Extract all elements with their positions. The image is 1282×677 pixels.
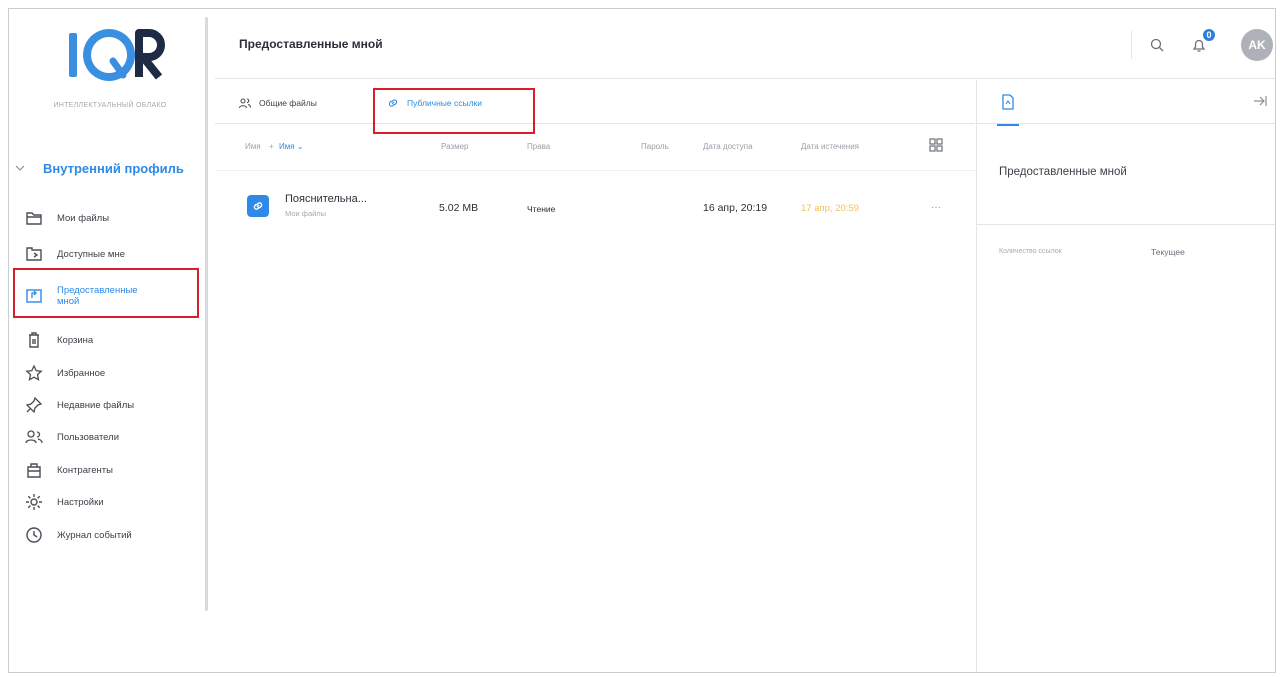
app-window: ИНТЕЛЛЕКТУАЛЬНЫЙ ОБЛАКО Внутренний профи…	[8, 8, 1276, 673]
file-expiry-date: 17 апр, 20:59	[801, 203, 859, 214]
table-row[interactable]: Пояснительна... Мои файлы 5.02 MB Чтение…	[215, 184, 975, 224]
tab-shared-files[interactable]: Общие файлы	[239, 94, 317, 112]
divider	[215, 170, 975, 171]
sidebar: ИНТЕЛЛЕКТУАЛЬНЫЙ ОБЛАКО Внутренний профи…	[9, 9, 205, 672]
panel-tab-indicator	[997, 124, 1019, 126]
pin-icon	[25, 396, 43, 414]
notifications-button[interactable]: 0	[1185, 27, 1217, 59]
main-content: Общие файлы Публичные ссылки Имя + Имя ⌄…	[215, 80, 975, 672]
grid-view-icon[interactable]	[929, 138, 943, 152]
sidebar-item-contractors[interactable]: Контрагенты	[25, 455, 205, 485]
clock-icon	[26, 527, 42, 543]
property-value: Текущее	[1151, 247, 1185, 257]
sidebar-item-trash[interactable]: Корзина	[25, 325, 205, 355]
avatar[interactable]: AK	[1241, 29, 1273, 61]
file-access-date: 16 апр, 20:19	[703, 202, 768, 214]
sidebar-item-label: Доступные мне	[57, 248, 125, 260]
file-rights: Чтение	[527, 204, 556, 214]
users-icon	[25, 430, 43, 444]
trash-icon	[29, 332, 39, 348]
sidebar-item-my-files[interactable]: Мои файлы	[25, 203, 205, 233]
sidebar-item-label: Избранное	[57, 367, 106, 379]
sidebar-item-settings[interactable]: Настройки	[25, 487, 205, 517]
file-name: Пояснительна...	[285, 193, 367, 205]
file-size: 5.02 MB	[439, 202, 479, 214]
table-header: Имя + Имя ⌄ Размер Права Пароль Дата дос…	[215, 138, 975, 162]
notification-badge: 0	[1201, 27, 1217, 43]
more-actions-button[interactable]: ···	[931, 202, 941, 213]
property-label: Количество ссылок	[999, 248, 1062, 255]
panel-title: Предоставленные мной	[999, 166, 1127, 178]
highlight-box-tab	[373, 88, 535, 134]
contractors-icon	[27, 463, 41, 478]
sidebar-item-label: Контрагенты	[57, 464, 113, 476]
tab-bar: Общие файлы Публичные ссылки	[215, 80, 975, 134]
tab-label: Общие файлы	[259, 98, 317, 108]
details-panel: Предоставленные мной Количество ссылок Т…	[976, 80, 1275, 672]
column-expiry-date[interactable]: Дата истечения	[801, 142, 859, 151]
file-location: Мои файлы	[285, 209, 327, 218]
highlight-box-sidebar	[13, 268, 199, 318]
users-icon	[239, 98, 251, 109]
column-rights[interactable]: Права	[527, 142, 550, 151]
sidebar-item-event-log[interactable]: Журнал событий	[25, 520, 205, 550]
sidebar-scrollbar[interactable]	[205, 17, 208, 611]
column-password[interactable]: Пароль	[641, 142, 669, 151]
folder-icon	[26, 212, 42, 225]
top-bar: Предоставленные мной 0 AK	[215, 9, 1275, 79]
search-button[interactable]	[1143, 31, 1171, 59]
sidebar-item-label: Пользователи	[57, 431, 120, 443]
sidebar-item-label: Недавние файлы	[57, 399, 135, 411]
sidebar-item-label: Мои файлы	[57, 212, 110, 224]
column-access-date[interactable]: Дата доступа	[703, 142, 753, 151]
gear-icon	[26, 494, 42, 510]
plus-icon: +	[269, 142, 274, 151]
profile-selector[interactable]: Внутренний профиль	[15, 157, 215, 179]
chevron-down-icon	[15, 165, 25, 171]
star-icon	[25, 364, 43, 381]
sidebar-item-label: Журнал событий	[57, 529, 132, 541]
sidebar-item-shared-with-me[interactable]: Доступные мне	[25, 239, 205, 269]
collapse-panel-icon[interactable]	[1253, 94, 1267, 108]
panel-header	[977, 80, 1275, 126]
header-divider	[1131, 31, 1132, 59]
column-type[interactable]: Имя	[245, 142, 261, 151]
divider	[977, 224, 1275, 225]
column-name-sort[interactable]: Имя ⌄	[279, 142, 304, 151]
sidebar-item-users[interactable]: Пользователи	[25, 422, 205, 452]
search-icon	[1150, 38, 1164, 52]
column-label: Имя	[279, 142, 295, 151]
sidebar-item-favorites[interactable]: Избранное	[25, 358, 205, 388]
page-title: Предоставленные мной	[239, 37, 383, 51]
file-link-icon	[247, 195, 269, 217]
logo-subtitle: ИНТЕЛЛЕКТУАЛЬНЫЙ ОБЛАКО	[53, 102, 167, 109]
profile-label: Внутренний профиль	[43, 160, 184, 176]
column-size[interactable]: Размер	[441, 142, 469, 151]
sidebar-item-label: Корзина	[57, 334, 94, 346]
sidebar-item-label: Настройки	[57, 496, 104, 508]
iqr-logo[interactable]	[57, 27, 167, 83]
file-icon[interactable]	[1001, 94, 1015, 110]
sidebar-item-recent[interactable]: Недавние файлы	[25, 390, 205, 420]
shared-folder-icon	[26, 247, 42, 261]
